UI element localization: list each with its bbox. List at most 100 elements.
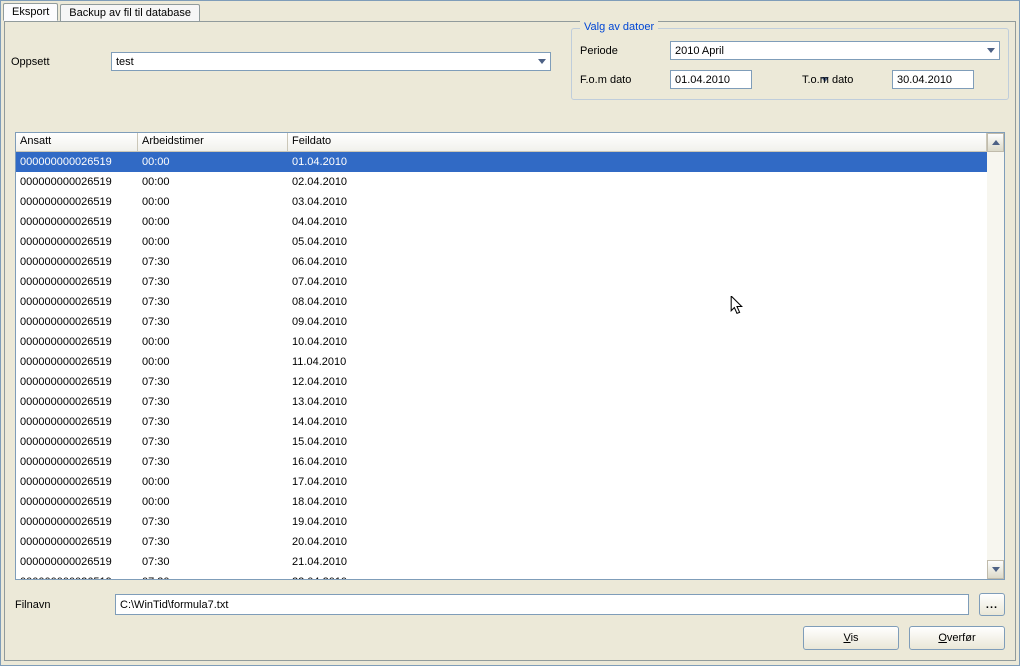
col-feildato[interactable]: Feildato <box>288 133 987 151</box>
scroll-down-button[interactable] <box>987 560 1004 579</box>
table-row[interactable]: 00000000002651907:3015.04.2010 <box>16 432 987 452</box>
cell-feildato: 12.04.2010 <box>288 376 987 388</box>
table-row[interactable]: 00000000002651900:0017.04.2010 <box>16 472 987 492</box>
table-row[interactable]: 00000000002651907:3014.04.2010 <box>16 412 987 432</box>
scroll-track[interactable] <box>987 152 1004 560</box>
cell-ansatt: 000000000026519 <box>16 176 138 188</box>
table-row[interactable]: 00000000002651900:0003.04.2010 <box>16 192 987 212</box>
cell-feildato: 21.04.2010 <box>288 556 987 568</box>
vis-rest: is <box>851 632 859 644</box>
date-legend: Valg av datoer <box>580 21 658 33</box>
cell-ansatt: 000000000026519 <box>16 256 138 268</box>
table-row[interactable]: 00000000002651907:3020.04.2010 <box>16 532 987 552</box>
cell-ansatt: 000000000026519 <box>16 216 138 228</box>
cell-feildato: 08.04.2010 <box>288 296 987 308</box>
table-row[interactable]: 00000000002651907:3019.04.2010 <box>16 512 987 532</box>
cell-feildato: 10.04.2010 <box>288 336 987 348</box>
table-row[interactable]: 00000000002651900:0001.04.2010 <box>16 152 987 172</box>
tom-label: T.o.m dato <box>802 74 882 86</box>
fom-date-combo[interactable] <box>670 70 752 89</box>
cell-ansatt: 000000000026519 <box>16 296 138 308</box>
export-panel: Oppsett Valg av datoer Periode F.o.m dat… <box>4 21 1016 661</box>
cell-ansatt: 000000000026519 <box>16 336 138 348</box>
cell-feildato: 03.04.2010 <box>288 196 987 208</box>
overfor-mnemonic: O <box>938 632 947 644</box>
vis-mnemonic: V <box>843 632 850 644</box>
cell-arbeidstimer: 07:30 <box>138 316 288 328</box>
vis-button[interactable]: Vis <box>803 626 899 650</box>
overfor-rest: verfør <box>947 632 976 644</box>
cell-feildato: 22.04.2010 <box>288 576 987 579</box>
cell-arbeidstimer: 07:30 <box>138 416 288 428</box>
cell-arbeidstimer: 00:00 <box>138 236 288 248</box>
table-row[interactable]: 00000000002651907:3022.04.2010 <box>16 572 987 579</box>
fom-date-input[interactable] <box>671 71 821 88</box>
table-row[interactable]: 00000000002651900:0005.04.2010 <box>16 232 987 252</box>
periode-combo[interactable] <box>670 41 1000 60</box>
table-row[interactable]: 00000000002651900:0010.04.2010 <box>16 332 987 352</box>
cell-arbeidstimer: 07:30 <box>138 576 288 579</box>
col-arbeidstimer[interactable]: Arbeidstimer <box>138 133 288 151</box>
cell-ansatt: 000000000026519 <box>16 196 138 208</box>
grid-body[interactable]: 00000000002651900:0001.04.20100000000000… <box>16 152 987 579</box>
chevron-down-icon[interactable] <box>982 42 999 59</box>
cell-feildato: 14.04.2010 <box>288 416 987 428</box>
cell-arbeidstimer: 07:30 <box>138 516 288 528</box>
tab-strip: Eksport Backup av fil til database <box>1 1 1019 21</box>
cell-arbeidstimer: 00:00 <box>138 476 288 488</box>
cell-arbeidstimer: 00:00 <box>138 216 288 228</box>
cell-arbeidstimer: 00:00 <box>138 336 288 348</box>
cell-ansatt: 000000000026519 <box>16 396 138 408</box>
filnavn-label: Filnavn <box>15 599 105 611</box>
table-row[interactable]: 00000000002651907:3016.04.2010 <box>16 452 987 472</box>
oppsett-input[interactable] <box>112 53 533 70</box>
col-ansatt[interactable]: Ansatt <box>16 133 138 151</box>
cell-feildato: 09.04.2010 <box>288 316 987 328</box>
periode-label: Periode <box>580 45 660 57</box>
cell-ansatt: 000000000026519 <box>16 496 138 508</box>
cell-ansatt: 000000000026519 <box>16 536 138 548</box>
table-row[interactable]: 00000000002651907:3007.04.2010 <box>16 272 987 292</box>
table-row[interactable]: 00000000002651907:3012.04.2010 <box>16 372 987 392</box>
table-row[interactable]: 00000000002651907:3021.04.2010 <box>16 552 987 572</box>
tom-date-input[interactable] <box>893 71 1020 88</box>
cell-feildato: 06.04.2010 <box>288 256 987 268</box>
cell-ansatt: 000000000026519 <box>16 156 138 168</box>
cell-arbeidstimer: 07:30 <box>138 556 288 568</box>
oppsett-combo[interactable] <box>111 52 551 71</box>
cell-ansatt: 000000000026519 <box>16 276 138 288</box>
button-row: Vis Overfør <box>803 626 1005 650</box>
browse-button[interactable]: ... <box>979 593 1005 616</box>
scroll-up-button[interactable] <box>987 133 1004 152</box>
cell-arbeidstimer: 00:00 <box>138 356 288 368</box>
cell-ansatt: 000000000026519 <box>16 576 138 579</box>
cell-feildato: 17.04.2010 <box>288 476 987 488</box>
filnavn-input[interactable] <box>116 599 968 611</box>
cell-feildato: 05.04.2010 <box>288 236 987 248</box>
cell-feildato: 04.04.2010 <box>288 216 987 228</box>
table-row[interactable]: 00000000002651900:0018.04.2010 <box>16 492 987 512</box>
table-row[interactable]: 00000000002651907:3006.04.2010 <box>16 252 987 272</box>
cell-arbeidstimer: 00:00 <box>138 176 288 188</box>
table-row[interactable]: 00000000002651900:0002.04.2010 <box>16 172 987 192</box>
table-row[interactable]: 00000000002651907:3008.04.2010 <box>16 292 987 312</box>
upper-area: Oppsett Valg av datoer Periode F.o.m dat… <box>5 22 1015 100</box>
filnavn-input-wrap[interactable] <box>115 594 969 615</box>
cell-arbeidstimer: 07:30 <box>138 276 288 288</box>
table-row[interactable]: 00000000002651907:3013.04.2010 <box>16 392 987 412</box>
fom-label: F.o.m dato <box>580 74 660 86</box>
vertical-scrollbar[interactable] <box>987 133 1004 579</box>
cell-arbeidstimer: 00:00 <box>138 196 288 208</box>
table-row[interactable]: 00000000002651907:3009.04.2010 <box>16 312 987 332</box>
tom-date-combo[interactable] <box>892 70 974 89</box>
filnavn-row: Filnavn ... <box>15 593 1005 616</box>
cell-ansatt: 000000000026519 <box>16 436 138 448</box>
tab-eksport[interactable]: Eksport <box>3 3 58 21</box>
chevron-down-icon[interactable] <box>533 53 550 70</box>
overfor-button[interactable]: Overfør <box>909 626 1005 650</box>
cell-feildato: 07.04.2010 <box>288 276 987 288</box>
table-row[interactable]: 00000000002651900:0011.04.2010 <box>16 352 987 372</box>
periode-input[interactable] <box>671 42 982 59</box>
table-row[interactable]: 00000000002651900:0004.04.2010 <box>16 212 987 232</box>
tab-backup[interactable]: Backup av fil til database <box>60 4 200 21</box>
